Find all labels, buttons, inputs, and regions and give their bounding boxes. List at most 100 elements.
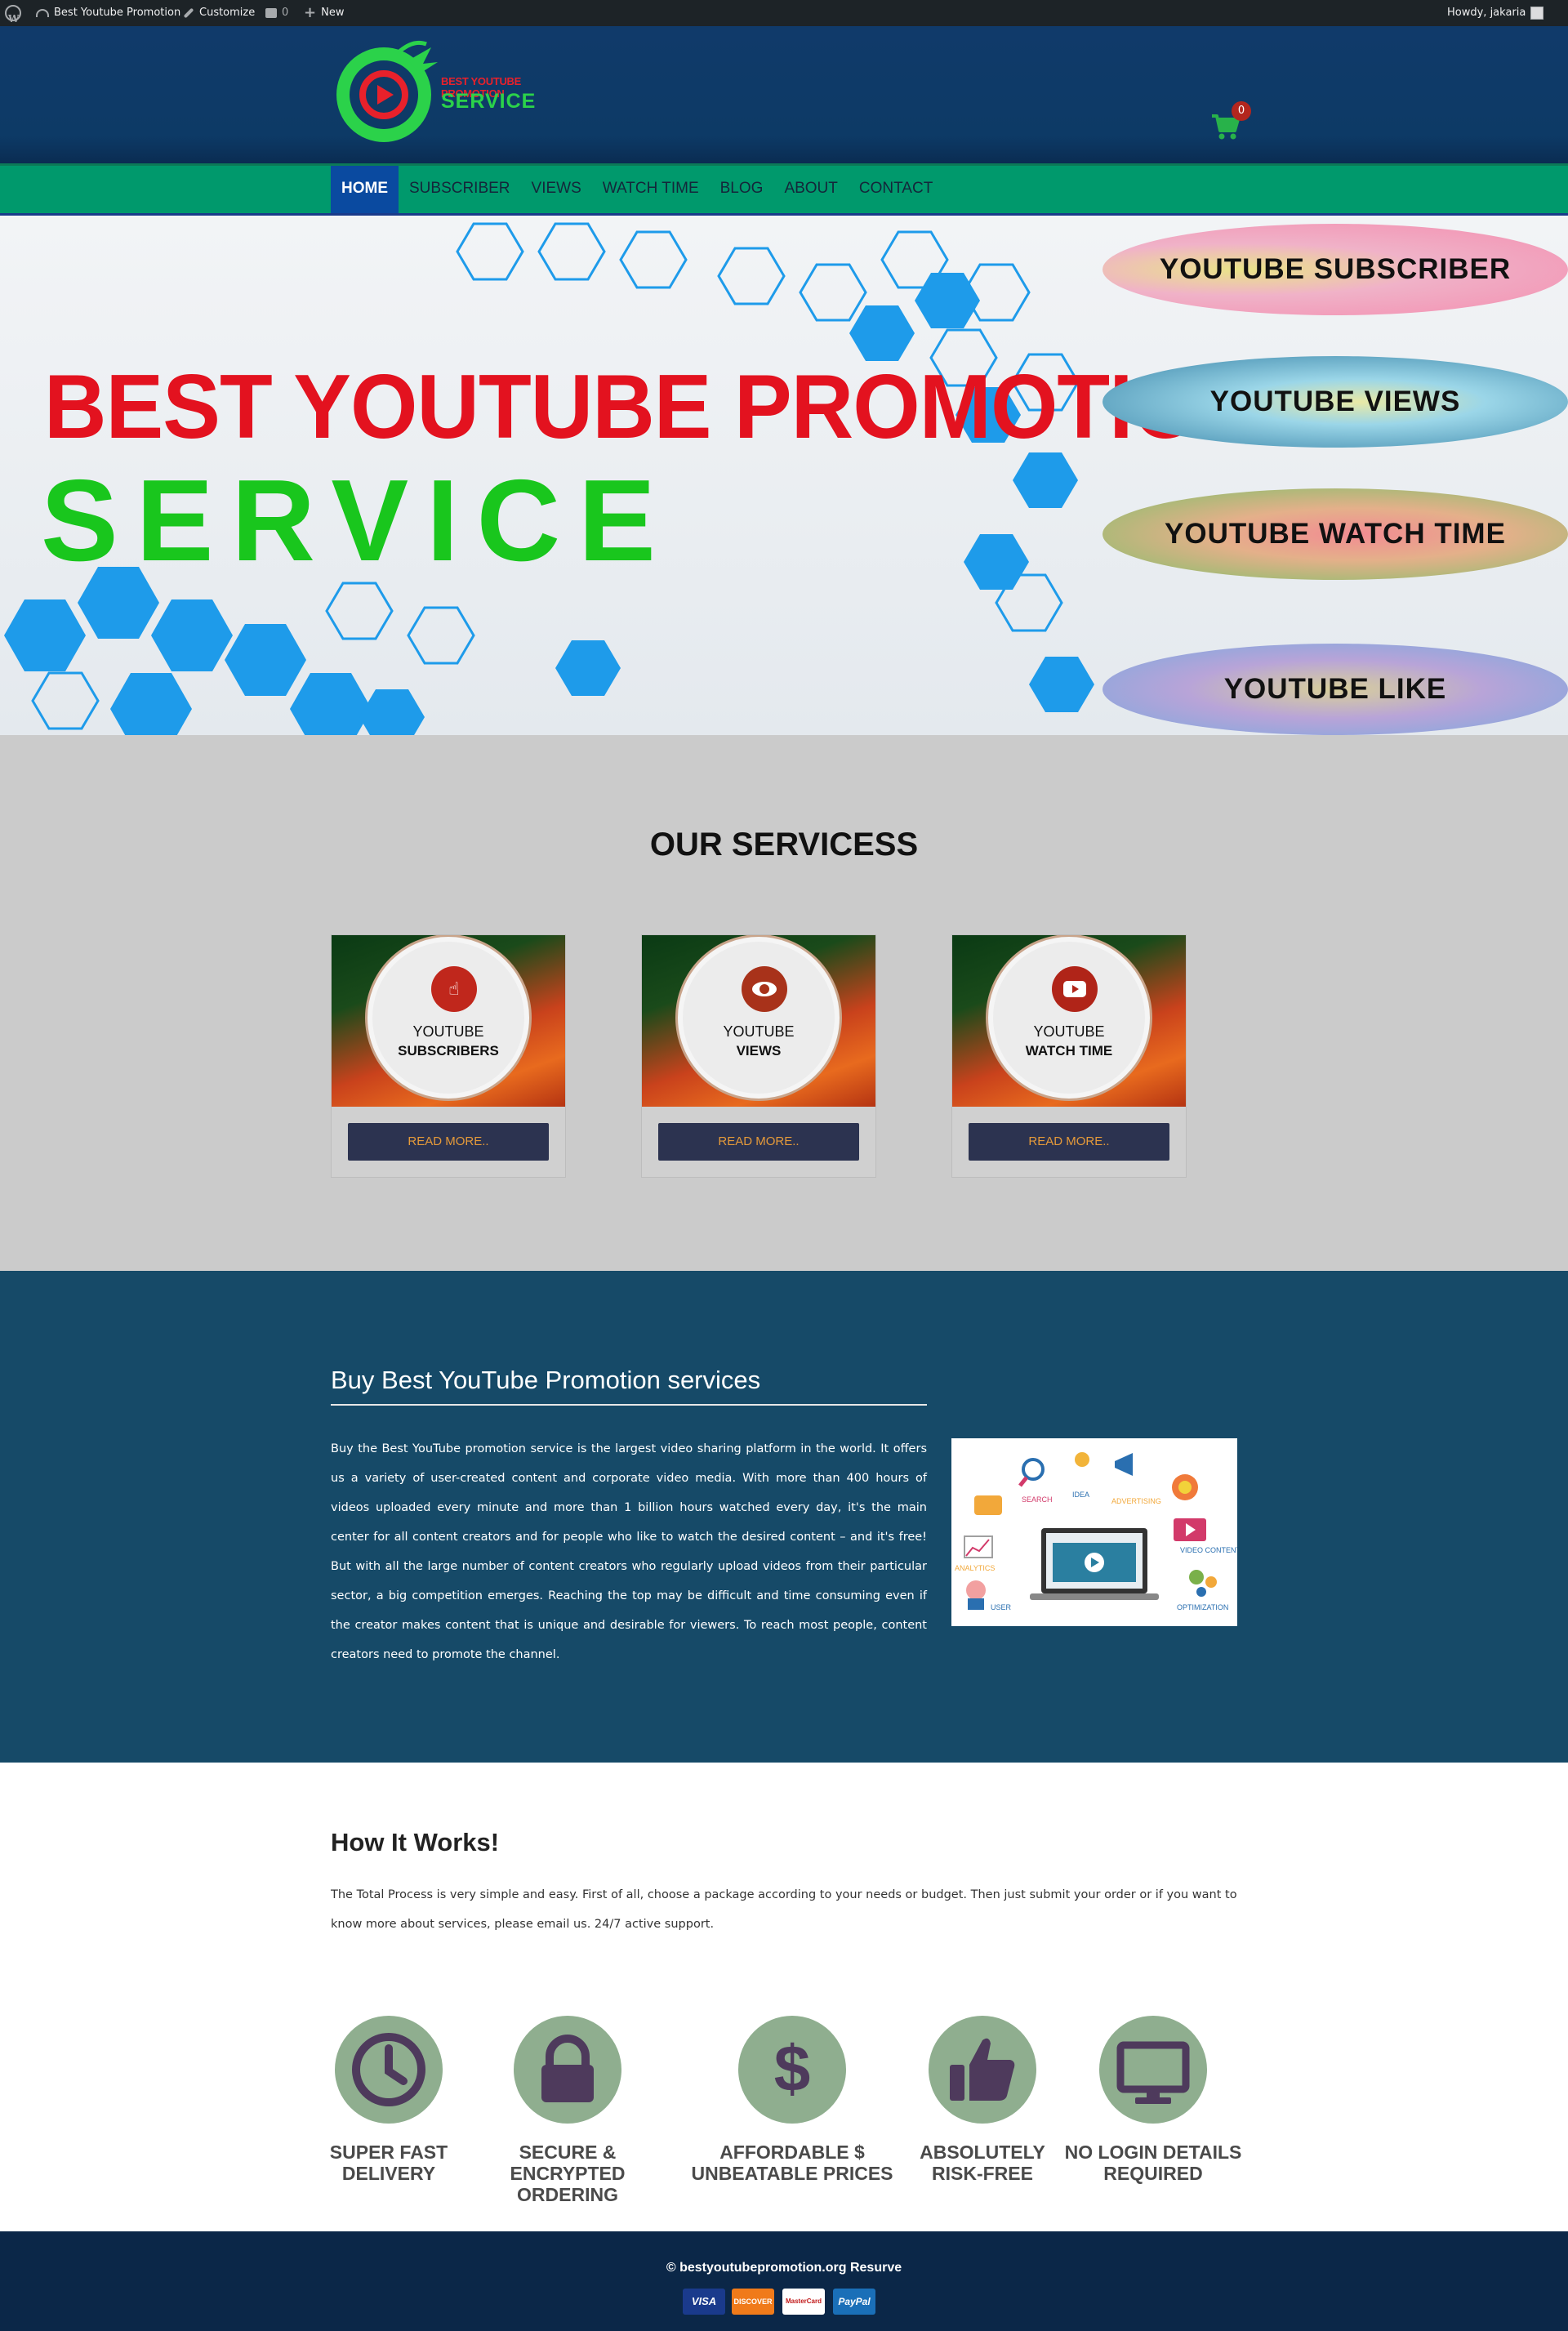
feature-label-line1: NO LOGIN DETAILS: [1064, 2142, 1242, 2163]
service-card-subscribers: ☝ YOUTUBE SUBSCRIBERS READ MORE..: [331, 934, 566, 1178]
admin-site-name: Best Youtube Promotion: [54, 7, 181, 19]
illustration-label: OPTIMIZATION: [1177, 1603, 1228, 1611]
digital-marketing-illustration: SEARCH IDEA ADVERTISING ANALYTICS VIDEO …: [951, 1438, 1241, 1626]
nav-item-watch-time[interactable]: WATCH TIME: [592, 166, 710, 213]
nav-item-contact[interactable]: CONTACT: [849, 166, 943, 213]
clock-icon: [335, 2016, 443, 2124]
service-title-line1: YOUTUBE: [723, 1023, 795, 1040]
read-more-button[interactable]: READ MORE..: [969, 1123, 1169, 1161]
dragon-logo-icon: [336, 40, 438, 142]
illustration-label: VIDEO CONTENT: [1180, 1546, 1237, 1554]
site-header: BEST YOUTUBE PROMOTION SERVICE 0: [0, 26, 1568, 163]
hero-pill-subscriber: YOUTUBE SUBSCRIBER: [1102, 224, 1568, 315]
hero-subtitle: SERVICE: [41, 456, 674, 586]
promo-heading: Buy Best YouTube Promotion services: [331, 1366, 761, 1394]
service-title-line1: YOUTUBE: [412, 1023, 484, 1040]
discover-icon: DISCOVER: [732, 2289, 774, 2315]
admin-customize-link[interactable]: Customize: [183, 0, 255, 26]
brush-icon: [183, 7, 194, 19]
dollar-icon: $: [738, 2016, 846, 2124]
svg-text:$: $: [774, 2032, 811, 2105]
services-heading: OUR SERVICESS: [649, 827, 919, 862]
how-body: The Total Process is very simple and eas…: [331, 1888, 1237, 1931]
play-icon: [1052, 966, 1098, 1012]
wordpress-logo-link[interactable]: [5, 0, 21, 32]
feature-label-line1: SUPER FAST: [329, 2142, 448, 2163]
admin-site-name-link[interactable]: Best Youtube Promotion: [36, 0, 180, 26]
feature-label-line1: AFFORDABLE $: [719, 2142, 865, 2163]
paypal-icon: PayPal: [833, 2289, 875, 2315]
illustration-label: USER: [991, 1603, 1012, 1611]
avatar: [1530, 7, 1544, 20]
how-heading: How It Works!: [331, 1828, 500, 1856]
service-card-views: YOUTUBE VIEWS READ MORE..: [641, 934, 876, 1178]
nav-item-about[interactable]: ABOUT: [773, 166, 848, 213]
feature-affordable-prices: $ AFFORDABLE $ UNBEATABLE PRICES: [686, 2016, 898, 2184]
service-title-line2: SUBSCRIBERS: [398, 1043, 499, 1059]
hero-pill-watch-time: YOUTUBE WATCH TIME: [1102, 488, 1568, 580]
site-footer: © bestyoutubepromotion.org Resurve VISA …: [0, 2231, 1568, 2331]
admin-comments-count: 0: [282, 7, 289, 19]
thumbs-up-icon: [929, 2016, 1036, 2124]
illustration-label: SEARCH: [1022, 1495, 1053, 1504]
feature-label-line1: ABSOLUTELY: [920, 2142, 1045, 2163]
illustration-label: ADVERTISING: [1111, 1497, 1161, 1505]
feature-label-line2: UNBEATABLE PRICES: [691, 2163, 893, 2184]
mastercard-icon: MasterCard: [782, 2289, 825, 2315]
feature-label-line1: SECURE & ENCRYPTED: [510, 2142, 626, 2184]
site-logo[interactable]: BEST YOUTUBE PROMOTION SERVICE: [335, 36, 547, 144]
lock-icon: [514, 2016, 621, 2124]
service-ring: YOUTUBE VIEWS: [678, 937, 840, 1099]
service-card-watch-time: YOUTUBE WATCH TIME READ MORE..: [951, 934, 1187, 1178]
cart-count-badge: 0: [1232, 101, 1251, 121]
monitor-icon: [1099, 2016, 1207, 2124]
service-image[interactable]: YOUTUBE WATCH TIME: [952, 935, 1186, 1107]
admin-comments-link[interactable]: 0: [265, 0, 288, 26]
hero-title: BEST YOUTUBE PROMOTION: [44, 356, 1262, 457]
admin-bar: Best Youtube Promotion Customize 0 + New…: [0, 0, 1568, 32]
service-image[interactable]: ☝ YOUTUBE SUBSCRIBERS: [332, 935, 565, 1107]
admin-howdy: Howdy, jakaria: [1447, 7, 1526, 19]
read-more-button[interactable]: READ MORE..: [658, 1123, 859, 1161]
service-image[interactable]: YOUTUBE VIEWS: [642, 935, 875, 1107]
illustration-label: IDEA: [1072, 1491, 1089, 1499]
comment-icon: [265, 8, 277, 18]
promotion-section: Buy Best YouTube Promotion services Buy …: [0, 1271, 1568, 1763]
logo-subtitle: SERVICE: [441, 90, 537, 113]
copyright-text: © bestyoutubepromotion.org Resurve: [666, 2261, 902, 2275]
nav-item-views[interactable]: VIEWS: [521, 166, 592, 213]
dashboard-icon: [36, 9, 49, 17]
services-section: OUR SERVICESS ☝ YOUTUBE SUBSCRIBERS READ…: [0, 735, 1568, 1271]
hero-pill-views: YOUTUBE VIEWS: [1102, 356, 1568, 448]
feature-label-line2: DELIVERY: [341, 2163, 436, 2184]
eye-icon: [742, 966, 787, 1012]
service-title-line2: WATCH TIME: [1025, 1043, 1113, 1059]
main-navigation: HOME SUBSCRIBER VIEWS WATCH TIME BLOG AB…: [0, 163, 1568, 216]
feature-label-line2: RISK-FREE: [932, 2163, 1033, 2184]
hero-pill-like: YOUTUBE LIKE: [1102, 644, 1568, 735]
service-title-line1: YOUTUBE: [1033, 1023, 1105, 1040]
feature-no-login: NO LOGIN DETAILS REQUIRED: [1047, 2016, 1259, 2184]
nav-item-home[interactable]: HOME: [331, 166, 399, 213]
nav-item-blog[interactable]: BLOG: [710, 166, 774, 213]
illustration-label: ANALYTICS: [955, 1564, 995, 1572]
service-ring: ☝ YOUTUBE SUBSCRIBERS: [368, 937, 529, 1099]
pointer-icon: ☝: [431, 966, 477, 1012]
admin-new-label: New: [321, 7, 345, 19]
promo-body: Buy the Best YouTube promotion service i…: [331, 1442, 927, 1661]
admin-new-link[interactable]: + New: [304, 0, 344, 26]
service-title-line2: VIEWS: [736, 1043, 782, 1059]
service-ring: YOUTUBE WATCH TIME: [988, 937, 1150, 1099]
read-more-button[interactable]: READ MORE..: [348, 1123, 549, 1161]
admin-account-link[interactable]: Howdy, jakaria: [1447, 0, 1544, 26]
feature-label-line2: REQUIRED: [1103, 2163, 1203, 2184]
wordpress-icon: [5, 5, 21, 32]
nav-item-subscriber[interactable]: SUBSCRIBER: [399, 166, 521, 213]
plus-icon: +: [304, 4, 317, 21]
laptop-illustration-icon: SEARCH IDEA ADVERTISING ANALYTICS VIDEO …: [955, 1452, 1241, 1611]
admin-customize-label: Customize: [199, 7, 256, 19]
cart-button[interactable]: 0: [1210, 101, 1251, 142]
visa-icon: VISA: [683, 2289, 725, 2315]
feature-label-line2: ORDERING: [517, 2184, 618, 2205]
feature-secure-ordering: SECURE & ENCRYPTED ORDERING: [461, 2016, 674, 2205]
